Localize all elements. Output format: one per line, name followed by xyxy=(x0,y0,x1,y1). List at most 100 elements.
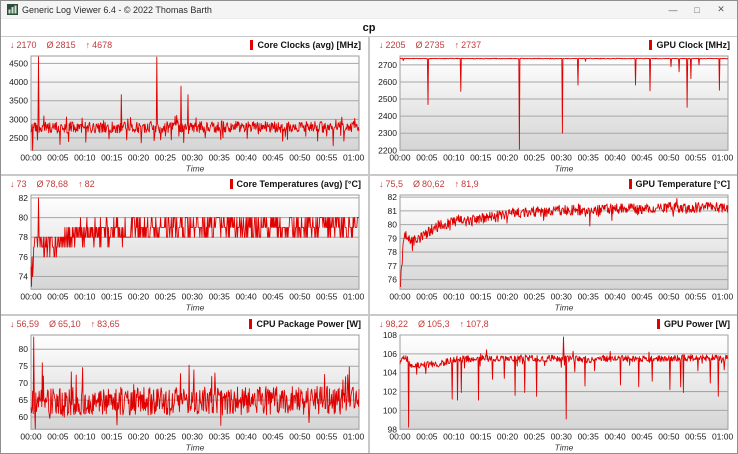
svg-text:3500: 3500 xyxy=(9,96,28,106)
svg-text:00:50: 00:50 xyxy=(289,152,311,162)
stat-max: 2737 xyxy=(461,40,481,50)
svg-text:00:10: 00:10 xyxy=(74,431,96,441)
svg-text:80: 80 xyxy=(19,344,29,354)
svg-text:Time: Time xyxy=(555,442,574,452)
max-arrow-icon: ↑ xyxy=(455,40,460,50)
chart-core-clocks[interactable]: 2500300035004000450000:0000:0500:1000:15… xyxy=(1,52,368,174)
svg-text:00:10: 00:10 xyxy=(74,152,96,162)
stat-min: 56,59 xyxy=(17,319,40,329)
avg-icon: Ø xyxy=(413,179,420,189)
svg-text:00:05: 00:05 xyxy=(47,292,69,302)
max-arrow-icon: ↑ xyxy=(86,40,91,50)
svg-text:00:20: 00:20 xyxy=(497,431,519,441)
svg-text:00:00: 00:00 xyxy=(389,431,411,441)
panel-header: ↓98,22 Ø105,3 ↑107,8 GPU Power [W] xyxy=(370,316,737,331)
svg-text:74: 74 xyxy=(19,272,29,282)
chart-stats: ↓56,59 Ø65,10 ↑83,65 xyxy=(10,319,130,329)
svg-text:4500: 4500 xyxy=(9,58,28,68)
svg-text:2300: 2300 xyxy=(378,128,397,138)
window-controls: — □ ✕ xyxy=(661,2,733,18)
chart-stats: ↓2170 Ø2815 ↑4678 xyxy=(10,40,122,50)
chart-title-label: GPU Clock [MHz] xyxy=(656,40,730,50)
chart-title-label: GPU Temperature [°C] xyxy=(636,179,730,189)
chart-gpu-temperature[interactable]: 7677787980818200:0000:0500:1000:1500:200… xyxy=(370,191,737,313)
svg-text:2500: 2500 xyxy=(9,133,28,143)
max-arrow-icon: ↑ xyxy=(78,179,83,189)
chart-grid: ↓2170 Ø2815 ↑4678 Core Clocks (avg) [MHz… xyxy=(1,36,737,453)
svg-text:00:20: 00:20 xyxy=(128,152,150,162)
avg-icon: Ø xyxy=(37,179,44,189)
svg-text:00:55: 00:55 xyxy=(685,152,707,162)
min-arrow-icon: ↓ xyxy=(379,40,384,50)
stat-max: 4678 xyxy=(92,40,112,50)
chart-title: GPU Clock [MHz] xyxy=(649,40,730,50)
svg-text:00:25: 00:25 xyxy=(155,152,177,162)
svg-text:00:35: 00:35 xyxy=(209,152,231,162)
svg-text:00:35: 00:35 xyxy=(209,292,231,302)
window-title: Generic Log Viewer 6.4 - © 2022 Thomas B… xyxy=(22,5,661,15)
legend-color-bar-icon xyxy=(657,319,660,329)
app-window: Generic Log Viewer 6.4 - © 2022 Thomas B… xyxy=(0,0,738,454)
svg-text:00:25: 00:25 xyxy=(155,431,177,441)
svg-text:00:05: 00:05 xyxy=(416,431,438,441)
chart-cpu-package-power[interactable]: 606570758000:0000:0500:1000:1500:2000:25… xyxy=(1,331,368,453)
svg-text:108: 108 xyxy=(383,331,397,340)
chart-panel-gpu-power: ↓98,22 Ø105,3 ↑107,8 GPU Power [W] 98100… xyxy=(370,316,737,453)
chart-title: GPU Power [W] xyxy=(657,319,730,329)
svg-text:00:55: 00:55 xyxy=(685,292,707,302)
minimize-button[interactable]: — xyxy=(661,2,685,18)
maximize-button[interactable]: □ xyxy=(685,2,709,18)
chart-stats: ↓2205 Ø2735 ↑2737 xyxy=(379,40,491,50)
svg-text:00:35: 00:35 xyxy=(209,431,231,441)
max-arrow-icon: ↑ xyxy=(460,319,465,329)
svg-text:00:50: 00:50 xyxy=(658,431,680,441)
svg-text:00:05: 00:05 xyxy=(47,431,69,441)
chart-title: GPU Temperature [°C] xyxy=(629,179,730,189)
chart-core-temperatures[interactable]: 747678808200:0000:0500:1000:1500:2000:25… xyxy=(1,191,368,313)
stat-max: 81,9 xyxy=(461,179,479,189)
svg-text:Time: Time xyxy=(555,303,574,313)
titlebar[interactable]: Generic Log Viewer 6.4 - © 2022 Thomas B… xyxy=(1,1,737,19)
chart-title: Core Clocks (avg) [MHz] xyxy=(250,40,361,50)
chart-gpu-clock[interactable]: 22002300240025002600270000:0000:0500:100… xyxy=(370,52,737,174)
min-arrow-icon: ↓ xyxy=(10,319,15,329)
svg-text:00:35: 00:35 xyxy=(578,292,600,302)
min-arrow-icon: ↓ xyxy=(379,319,384,329)
svg-text:00:45: 00:45 xyxy=(631,431,653,441)
stat-min: 98,22 xyxy=(386,319,409,329)
svg-text:102: 102 xyxy=(383,386,397,396)
svg-text:00:50: 00:50 xyxy=(289,292,311,302)
svg-text:00:10: 00:10 xyxy=(443,431,465,441)
stat-min: 2170 xyxy=(17,40,37,50)
svg-text:00:10: 00:10 xyxy=(443,152,465,162)
chart-gpu-power[interactable]: 9810010210410610800:0000:0500:1000:1500:… xyxy=(370,331,737,453)
svg-text:3000: 3000 xyxy=(9,114,28,124)
svg-text:00:20: 00:20 xyxy=(497,292,519,302)
svg-text:00:30: 00:30 xyxy=(551,431,573,441)
svg-text:00:00: 00:00 xyxy=(389,152,411,162)
svg-text:00:15: 00:15 xyxy=(101,152,123,162)
avg-icon: Ø xyxy=(418,319,425,329)
stat-avg: 2815 xyxy=(56,40,76,50)
min-arrow-icon: ↓ xyxy=(10,40,15,50)
stat-min: 2205 xyxy=(386,40,406,50)
svg-text:2500: 2500 xyxy=(378,94,397,104)
svg-text:00:45: 00:45 xyxy=(631,292,653,302)
svg-text:00:05: 00:05 xyxy=(416,292,438,302)
stat-avg: 65,10 xyxy=(58,319,81,329)
stat-avg: 2735 xyxy=(425,40,445,50)
svg-text:00:40: 00:40 xyxy=(235,152,257,162)
svg-text:00:50: 00:50 xyxy=(658,292,680,302)
svg-text:79: 79 xyxy=(388,234,398,244)
svg-text:2600: 2600 xyxy=(378,77,397,87)
svg-text:2400: 2400 xyxy=(378,111,397,121)
close-button[interactable]: ✕ xyxy=(709,2,733,18)
svg-text:00:40: 00:40 xyxy=(604,292,626,302)
svg-text:00:55: 00:55 xyxy=(316,431,338,441)
svg-text:00:20: 00:20 xyxy=(128,431,150,441)
svg-text:00:20: 00:20 xyxy=(497,152,519,162)
svg-text:00:45: 00:45 xyxy=(631,152,653,162)
svg-text:01:00: 01:00 xyxy=(712,292,734,302)
svg-text:00:55: 00:55 xyxy=(316,292,338,302)
avg-icon: Ø xyxy=(47,40,54,50)
